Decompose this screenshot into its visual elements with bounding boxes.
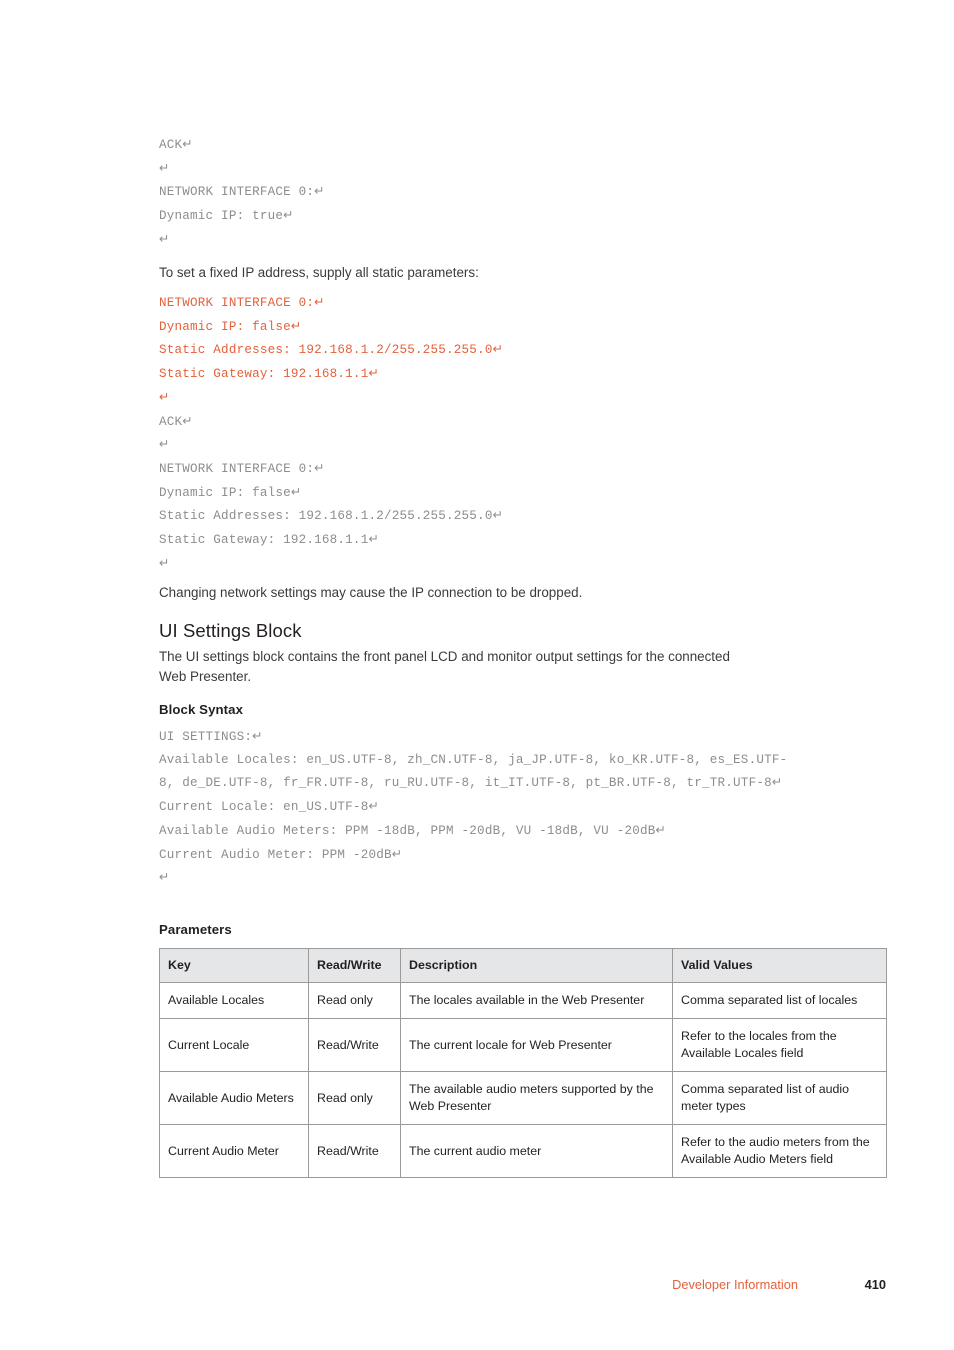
parameters-label: Parameters <box>159 922 232 937</box>
cell-read-write: Read only <box>308 1071 401 1125</box>
cell-description: The available audio meters supported by … <box>400 1071 673 1125</box>
carriage-return-icon: ↵ <box>368 531 379 547</box>
table-body: Available Locales Read only The locales … <box>159 982 887 1178</box>
code-line: Static Addresses: 192.168.1.2/255.255.25… <box>159 341 503 358</box>
carriage-return-icon: ↵ <box>182 412 193 428</box>
code-line: Current Locale: en_US.UTF-8↵ <box>159 798 379 815</box>
cell-description: The locales available in the Web Present… <box>400 982 673 1019</box>
code-line: Dynamic IP: false↵ <box>159 317 302 334</box>
note-connection-dropped: Changing network settings may cause the … <box>159 585 583 600</box>
code-block-ui-settings-syntax: UI SETTINGS:↵ Available Locales: en_US.UT… <box>159 725 799 890</box>
cell-valid-values: Comma separated list of audio meter type… <box>672 1071 887 1125</box>
table-header-key: Key <box>159 948 309 983</box>
code-line: Available Audio Meters: PPM -18dB, PPM -… <box>159 821 666 838</box>
table-header-valid-values: Valid Values <box>672 948 887 983</box>
code-block-network-response-dynamic: ACK↵ ↵ NETWORK INTERFACE 0:↵ Dynamic IP: tr… <box>159 133 325 252</box>
code-line: ↵ <box>159 433 503 457</box>
carriage-return-icon: ↵ <box>314 459 325 475</box>
document-page: ACK↵ ↵ NETWORK INTERFACE 0:↵ Dynamic IP: tr… <box>159 0 887 1350</box>
code-line: UI SETTINGS:↵ <box>159 728 263 744</box>
code-line: ACK↵ <box>159 136 193 152</box>
carriage-return-icon: ↵ <box>159 869 170 885</box>
ui-settings-description-paragraph: The UI settings block contains the front… <box>159 649 730 684</box>
cell-key: Available Audio Meters <box>159 1071 309 1125</box>
cell-valid-values: Refer to the audio meters from the Avail… <box>672 1124 887 1178</box>
block-syntax-label: Block Syntax <box>159 702 244 717</box>
carriage-return-icon: ↵ <box>368 365 379 381</box>
code-line: Static Addresses: 192.168.1.2/255.255.25… <box>159 507 503 524</box>
carriage-return-icon: ↵ <box>492 341 503 357</box>
code-line: ↵ <box>159 228 325 252</box>
cell-read-write: Read/Write <box>308 1124 401 1178</box>
code-line: NETWORK INTERFACE 0:↵ <box>159 183 325 200</box>
carriage-return-icon: ↵ <box>655 821 666 837</box>
code-line: ↵ <box>159 157 325 181</box>
carriage-return-icon: ↵ <box>314 294 325 309</box>
carriage-return-icon: ↵ <box>159 436 170 452</box>
parameters-table-wrapper: Key Read/Write Description Valid Values … <box>159 948 887 1178</box>
table-row: Current Locale Read/Write The current lo… <box>159 1018 887 1072</box>
table-header-row: Key Read/Write Description Valid Values <box>159 948 887 983</box>
code-line: ↵ <box>159 866 799 890</box>
code-line: Dynamic IP: false↵ <box>159 483 302 500</box>
intro-fixed-ip-paragraph: To set a fixed IP address, supply all st… <box>159 265 479 280</box>
carriage-return-icon: ↵ <box>492 507 503 523</box>
code-line: ↵ <box>159 386 503 410</box>
carriage-return-icon: ↵ <box>283 207 294 223</box>
parameters-table: Key Read/Write Description Valid Values … <box>159 948 887 1178</box>
table-row: Available Locales Read only The locales … <box>159 982 887 1019</box>
carriage-return-icon: ↵ <box>182 136 193 151</box>
carriage-return-icon: ↵ <box>159 230 170 246</box>
carriage-return-icon: ↵ <box>252 728 263 743</box>
code-line: Static Gateway: 192.168.1.1↵ <box>159 365 379 382</box>
cell-valid-values: Refer to the locales from the Available … <box>672 1018 887 1072</box>
footer-page-number: 410 <box>864 1277 886 1292</box>
cell-key: Available Locales <box>159 982 309 1019</box>
code-line: NETWORK INTERFACE 0:↵ <box>159 459 325 476</box>
table-header-read-write: Read/Write <box>308 948 401 983</box>
table-header-description: Description <box>400 948 673 983</box>
cell-description: The current audio meter <box>400 1124 673 1178</box>
cell-valid-values: Comma separated list of locales <box>672 982 887 1019</box>
code-line: Static Gateway: 192.168.1.1↵ <box>159 531 379 548</box>
carriage-return-icon: ↵ <box>391 845 403 861</box>
carriage-return-icon: ↵ <box>159 554 170 570</box>
code-line: ↵ <box>159 552 503 576</box>
code-line: ACK↵ <box>159 412 193 429</box>
carriage-return-icon: ↵ <box>771 774 783 790</box>
carriage-return-icon: ↵ <box>314 183 325 199</box>
footer-section-label: Developer Information <box>672 1277 798 1292</box>
table-row: Current Audio Meter Read/Write The curre… <box>159 1124 887 1178</box>
code-line: NETWORK INTERFACE 0:↵ <box>159 294 325 310</box>
page-footer: Developer Information 410 <box>159 1277 886 1292</box>
carriage-return-icon: ↵ <box>159 388 170 404</box>
cell-key: Current Locale <box>159 1018 309 1072</box>
carriage-return-icon: ↵ <box>290 483 302 499</box>
cell-key: Current Audio Meter <box>159 1124 309 1178</box>
cell-description: The current locale for Web Presenter <box>400 1018 673 1072</box>
cell-read-write: Read only <box>308 982 401 1019</box>
carriage-return-icon: ↵ <box>290 317 302 333</box>
cell-read-write: Read/Write <box>308 1018 401 1072</box>
code-line: Dynamic IP: true↵ <box>159 207 294 224</box>
carriage-return-icon: ↵ <box>159 159 170 175</box>
page-title-ui-settings-block: UI Settings Block <box>159 620 302 641</box>
code-block-static-ip-command-and-response: NETWORK INTERFACE 0:↵ Dynamic IP: false↵ S… <box>159 291 503 575</box>
carriage-return-icon: ↵ <box>368 798 379 814</box>
table-row: Available Audio Meters Read only The ava… <box>159 1071 887 1125</box>
code-line: Available Locales: en_US.UTF-8, zh_CN.UT… <box>159 752 788 791</box>
code-line: Current Audio Meter: PPM -20dB↵ <box>159 845 403 862</box>
